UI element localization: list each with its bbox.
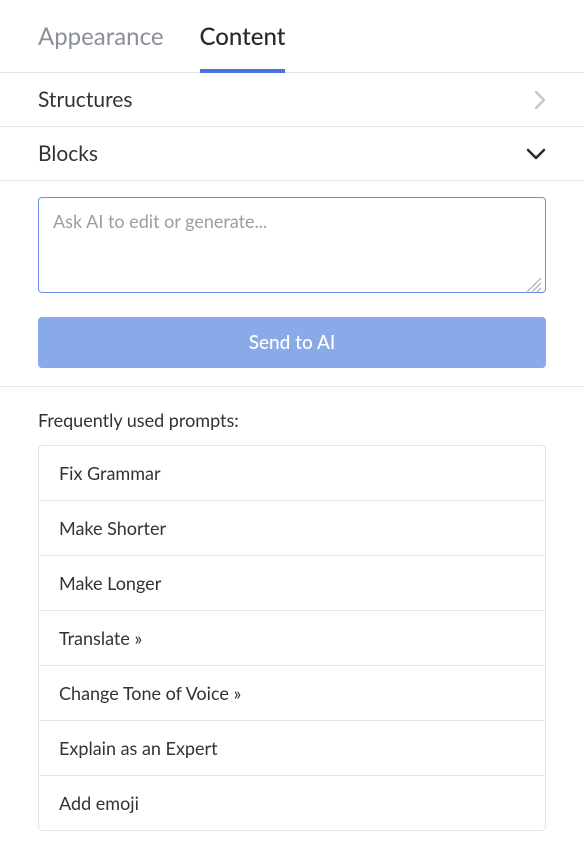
prompt-item-change-tone[interactable]: Change Tone of Voice » [39, 666, 545, 721]
chevron-right-icon [534, 90, 546, 110]
accordion-structures-label: Structures [38, 87, 132, 112]
prompts-list: Fix Grammar Make Shorter Make Longer Tra… [38, 445, 546, 831]
tab-content[interactable]: Content [200, 0, 286, 73]
prompt-item-fix-grammar[interactable]: Fix Grammar [39, 446, 545, 501]
chevron-down-icon [526, 148, 546, 160]
accordion-structures[interactable]: Structures [0, 73, 584, 127]
prompt-item-add-emoji[interactable]: Add emoji [39, 776, 545, 830]
tab-appearance[interactable]: Appearance [38, 0, 164, 73]
prompt-item-make-shorter[interactable]: Make Shorter [39, 501, 545, 556]
ai-section: Send to AI [0, 181, 584, 387]
prompt-item-explain-expert[interactable]: Explain as an Expert [39, 721, 545, 776]
accordion-blocks-label: Blocks [38, 141, 98, 166]
send-to-ai-button[interactable]: Send to AI [38, 317, 546, 368]
tabs-bar: Appearance Content [0, 0, 584, 73]
prompt-item-translate[interactable]: Translate » [39, 611, 545, 666]
prompts-section: Frequently used prompts: Fix Grammar Mak… [0, 387, 584, 831]
prompt-item-make-longer[interactable]: Make Longer [39, 556, 545, 611]
ai-prompt-input[interactable] [38, 197, 546, 293]
prompts-heading: Frequently used prompts: [38, 409, 546, 431]
accordion-blocks[interactable]: Blocks [0, 127, 584, 181]
